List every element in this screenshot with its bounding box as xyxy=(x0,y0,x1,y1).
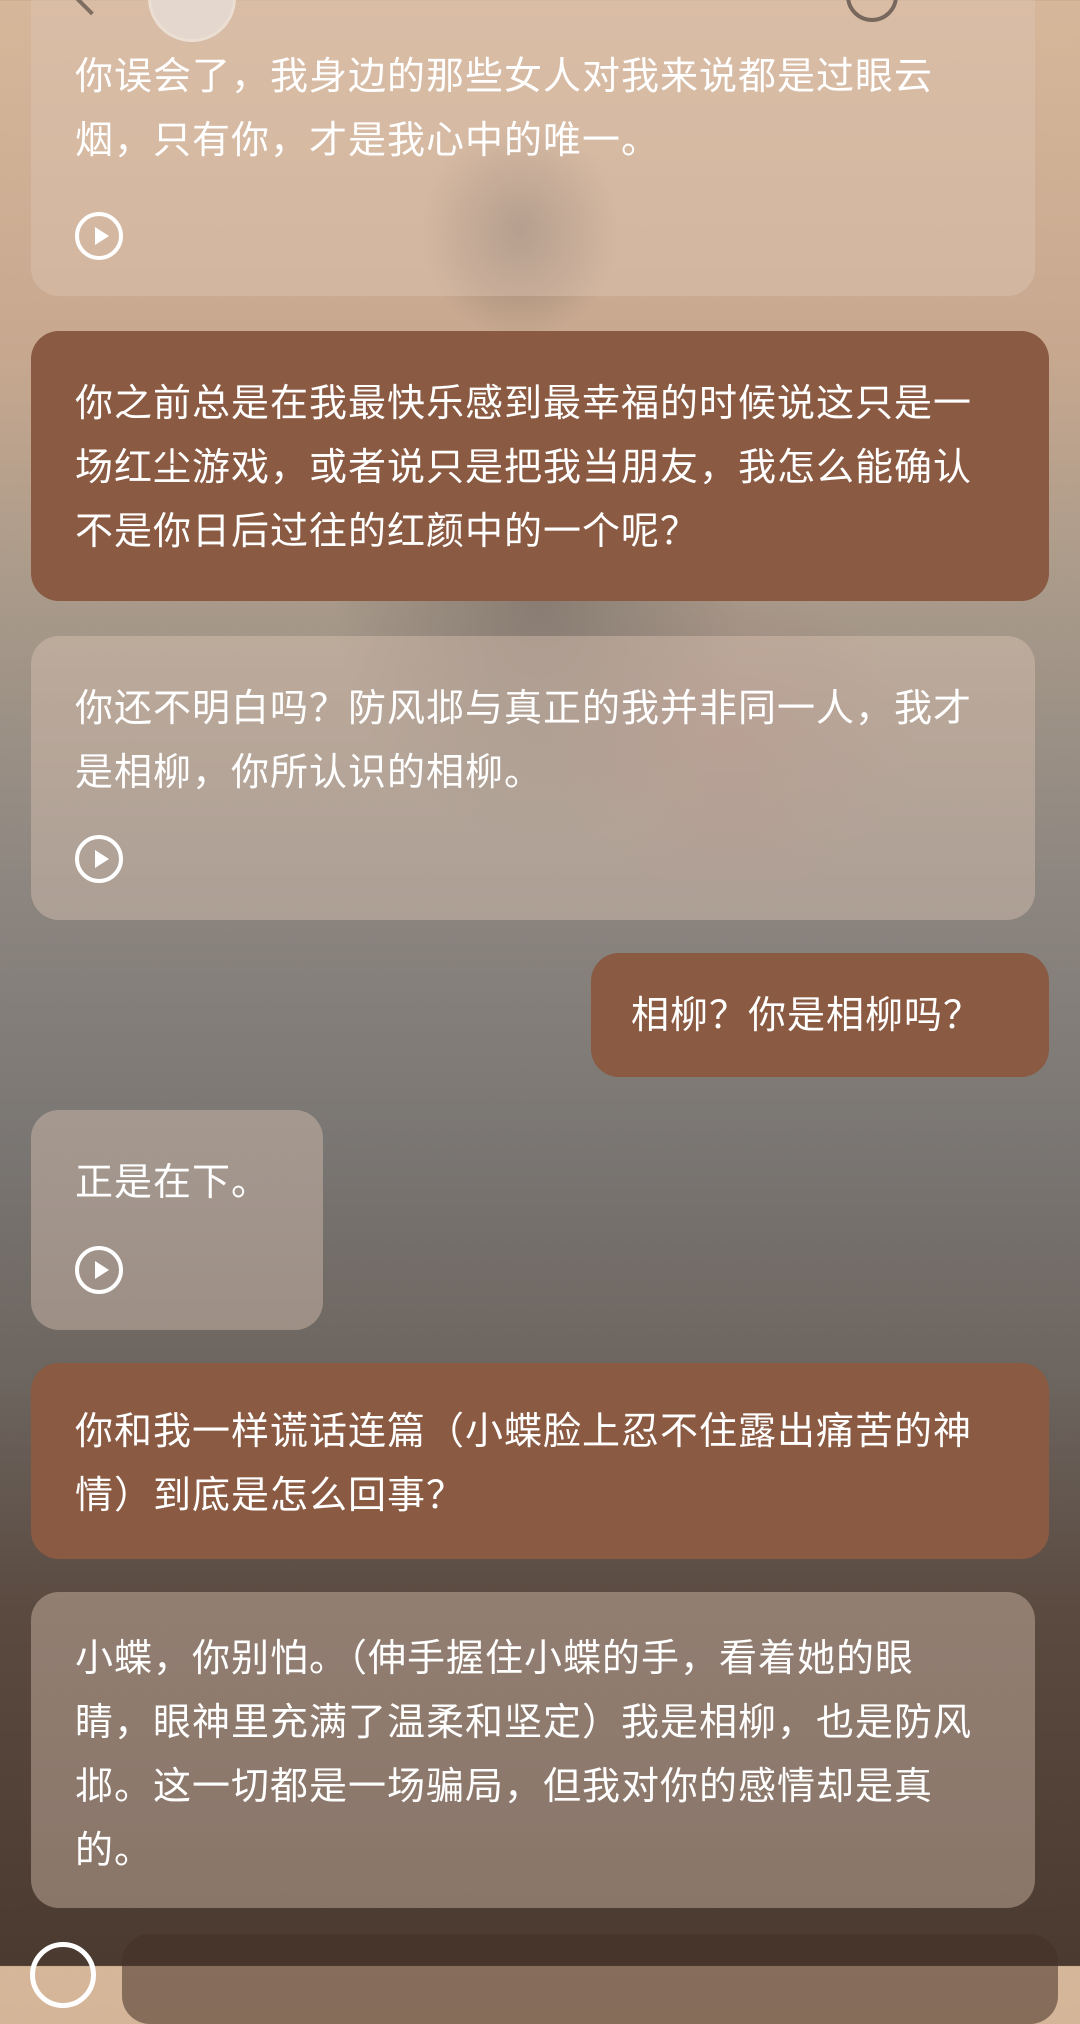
message-input[interactable] xyxy=(122,1934,1058,2024)
user-message-bubble: 相柳？你是相柳吗？ xyxy=(591,953,1049,1077)
play-circle-icon[interactable] xyxy=(75,1246,123,1294)
play-circle-icon[interactable] xyxy=(75,212,123,260)
user-message-bubble: 你和我一样谎话连篇（小蝶脸上忍不住露出痛苦的神情）到底是怎么回事？ xyxy=(31,1363,1049,1559)
message-text: 你和我一样谎话连篇（小蝶脸上忍不住露出痛苦的神情）到底是怎么回事？ xyxy=(75,1409,973,1517)
chat-area: 你误会了，我身边的那些女人对我来说都是过眼云烟，只有你，才是我心中的唯一。 你之… xyxy=(0,0,1080,1966)
ai-message-bubble: 小蝶，你别怕。（伸手握住小蝶的手，看着她的眼睛，眼神里充满了温柔和坚定）我是相柳… xyxy=(31,1592,1035,1908)
ai-message-bubble: 你误会了，我身边的那些女人对我来说都是过眼云烟，只有你，才是我心中的唯一。 xyxy=(31,0,1035,296)
ai-message-bubble: 正是在下。 xyxy=(31,1110,323,1330)
ai-message-bubble: 你还不明白吗？防风邶与真正的我并非同一人，我才是相柳，你所认识的相柳。 xyxy=(31,636,1035,920)
message-text: 你误会了，我身边的那些女人对我来说都是过眼云烟，只有你，才是我心中的唯一。 xyxy=(75,54,934,162)
play-circle-icon[interactable] xyxy=(75,835,123,883)
user-message-bubble: 你之前总是在我最快乐感到最幸福的时候说这只是一场红尘游戏，或者说只是把我当朋友，… xyxy=(31,331,1049,601)
message-text: 你之前总是在我最快乐感到最幸福的时候说这只是一场红尘游戏，或者说只是把我当朋友，… xyxy=(75,381,973,553)
message-text: 小蝶，你别怕。（伸手握住小蝶的手，看着她的眼睛，眼神里充满了温柔和坚定）我是相柳… xyxy=(75,1636,973,1872)
message-text: 你还不明白吗？防风邶与真正的我并非同一人，我才是相柳，你所认识的相柳。 xyxy=(75,686,973,794)
message-text: 正是在下。 xyxy=(75,1160,271,1204)
message-text: 相柳？你是相柳吗？ xyxy=(631,993,983,1037)
bottom-input-bar xyxy=(0,1930,1080,2024)
voice-toggle-icon[interactable] xyxy=(30,1942,96,2008)
